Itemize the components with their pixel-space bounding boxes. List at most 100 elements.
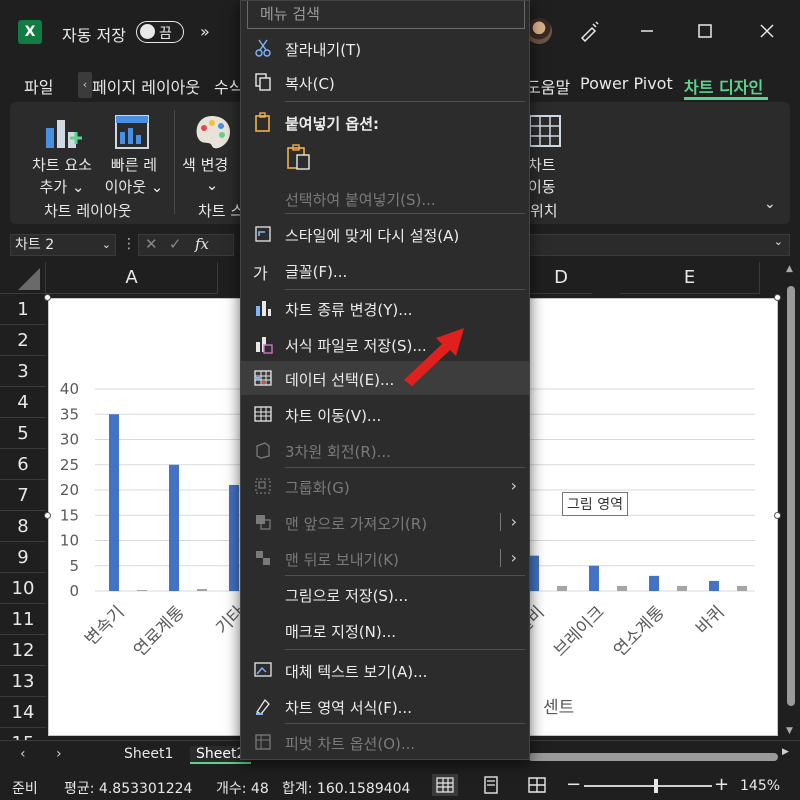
sheet-next-icon[interactable]: › [56, 746, 62, 762]
row-header[interactable]: 12 [0, 635, 46, 666]
paste-icon [255, 112, 270, 132]
row-header[interactable]: 7 [0, 480, 46, 511]
row-header[interactable]: 3 [0, 356, 46, 387]
chart-resize-handle[interactable] [44, 512, 51, 519]
sheet-prev-icon[interactable]: ‹ [20, 746, 26, 762]
name-box[interactable]: 차트 2 ⌄ [10, 234, 116, 256]
row-header[interactable]: 9 [0, 542, 46, 573]
scroll-up-icon[interactable]: ▲ [786, 264, 793, 274]
menu-item[interactable]: 차트 영역 서식(F)... [241, 689, 529, 723]
expand-formula-icon[interactable]: ⌄ [774, 235, 783, 248]
row-header[interactable]: 14 [0, 697, 46, 728]
formula-buttons: ✕ ✓ fx [138, 234, 234, 256]
submenu-chevron-icon[interactable]: › [511, 476, 517, 495]
more-commands-icon[interactable]: » [200, 22, 210, 41]
scroll-down-icon[interactable]: ▼ [786, 726, 793, 736]
menu-item: 맨 앞으로 가져오기(R) › [241, 505, 529, 539]
tab-page-layout[interactable]: 페이지 레이아웃 [92, 74, 200, 98]
menu-item-label: 맨 뒤로 보내기(K) [285, 551, 399, 569]
row-header[interactable]: 13 [0, 666, 46, 697]
tab-scroll-left-icon[interactable]: ‹ [78, 72, 92, 98]
add-chart-element-label-2[interactable]: 추가 ⌄ [24, 176, 100, 197]
menu-item[interactable]: 스타일에 맞게 다시 설정(A) [241, 217, 529, 251]
zoom-out-icon[interactable]: − [566, 774, 581, 795]
move-chart-label-2[interactable]: 이동 [528, 176, 556, 197]
page-break-view-icon[interactable] [524, 774, 550, 796]
autosave-toggle[interactable]: 끔 [136, 21, 184, 43]
vertical-scroll-thumb[interactable] [787, 286, 795, 706]
change-colors-label-2[interactable]: ⌄ [202, 176, 222, 194]
scroll-right-icon[interactable]: ▶ [782, 747, 789, 757]
menu-item[interactable]: 매크로 지정(N)... [241, 613, 529, 647]
menu-item[interactable]: 차트 이동(V)... [241, 397, 529, 431]
menu-item[interactable]: 가 글꼴(F)... [241, 253, 529, 287]
column-header-a[interactable]: A [46, 262, 218, 294]
x-tick-label: 변속기 [81, 602, 128, 649]
row-header[interactable]: 4 [0, 387, 46, 418]
submenu-chevron-icon[interactable]: › [511, 512, 517, 531]
column-header-d[interactable]: D [530, 262, 592, 294]
tab-help[interactable]: 도움말 [526, 74, 570, 98]
chart-resize-handle[interactable] [774, 294, 781, 301]
normal-view-icon[interactable] [432, 774, 458, 796]
enter-icon[interactable]: ✓ [169, 235, 182, 253]
bar-series-2 [737, 585, 747, 591]
row-header[interactable]: 11 [0, 604, 46, 635]
menu-search-input[interactable]: 메뉴 검색 [247, 1, 525, 29]
zoom-level[interactable]: 145% [740, 778, 780, 794]
maximize-icon[interactable] [694, 20, 716, 42]
menu-item-label: 복사(C) [285, 75, 335, 93]
menu-item[interactable]: 대체 텍스트 보기(A)... [241, 653, 529, 687]
close-icon[interactable] [756, 20, 778, 42]
pen-icon[interactable] [578, 20, 600, 42]
minimize-icon[interactable] [636, 20, 658, 42]
menu-item[interactable]: 잘라내기(T) [241, 31, 529, 65]
formula-input[interactable]: ⌄ [528, 234, 790, 256]
chart-resize-handle[interactable] [774, 512, 781, 519]
vertical-scrollbar[interactable]: ▲ ▼ [782, 262, 800, 740]
move-chart-label[interactable]: 차트 [528, 154, 556, 175]
menu-item[interactable]: 붙여넣기 옵션: [241, 105, 529, 139]
quick-layout-icon[interactable] [110, 110, 154, 154]
bring-front-icon [256, 515, 271, 530]
zoom-slider[interactable] [584, 785, 712, 787]
menu-item[interactable]: 그림으로 저장(S)... [241, 577, 529, 611]
chevron-down-icon[interactable]: ⌄ [102, 235, 111, 255]
menu-separator [285, 289, 525, 290]
zoom-slider-thumb[interactable] [653, 779, 658, 793]
row-header[interactable]: 2 [0, 325, 46, 356]
page-layout-view-icon[interactable] [478, 774, 504, 796]
row-header[interactable]: 5 [0, 418, 46, 449]
row-header[interactable]: 1 [0, 294, 46, 325]
horizontal-scroll-thumb[interactable] [528, 753, 778, 761]
row-header[interactable]: 6 [0, 449, 46, 480]
cancel-icon[interactable]: ✕ [145, 235, 158, 253]
chart-resize-handle[interactable] [44, 294, 51, 301]
tab-file[interactable]: 파일 [24, 74, 53, 98]
palette-icon[interactable] [190, 110, 234, 154]
zoom-in-icon[interactable]: + [714, 774, 729, 795]
quick-layout-label[interactable]: 빠른 레 [96, 154, 172, 175]
y-tick-label: 30 [60, 431, 79, 449]
menu-item[interactable]: 서식 파일로 저장(S)... [241, 327, 529, 361]
row-header[interactable]: 8 [0, 511, 46, 542]
quick-layout-label-2[interactable]: 이아웃 ⌄ [96, 176, 172, 197]
add-chart-element-label[interactable]: 차트 요소 [24, 154, 100, 175]
add-chart-element-icon[interactable] [40, 110, 84, 154]
column-header-e[interactable]: E [620, 262, 760, 294]
row-header[interactable]: 10 [0, 573, 46, 604]
sheet-tab-sheet1[interactable]: Sheet1 [124, 746, 173, 762]
move-chart-ribbon-icon[interactable] [526, 110, 566, 154]
collapse-ribbon-icon[interactable]: ⌄ [764, 196, 776, 212]
tab-power-pivot[interactable]: Power Pivot [580, 74, 673, 93]
menu-item[interactable]: 데이터 선택(E)... [241, 361, 529, 395]
paste-keep-formatting-icon[interactable] [285, 143, 311, 171]
menu-item: 피벗 차트 옵션(O)... [241, 725, 529, 759]
menu-item[interactable]: 차트 종류 변경(Y)... [241, 291, 529, 325]
change-colors-label[interactable]: 색 변경 [182, 154, 242, 175]
submenu-chevron-icon[interactable]: › [511, 548, 517, 567]
menu-item[interactable]: 복사(C) [241, 65, 529, 99]
fx-icon[interactable]: fx [195, 235, 209, 253]
tab-chart-design[interactable]: 차트 디자인 [684, 74, 763, 98]
select-all-corner[interactable] [0, 262, 46, 294]
